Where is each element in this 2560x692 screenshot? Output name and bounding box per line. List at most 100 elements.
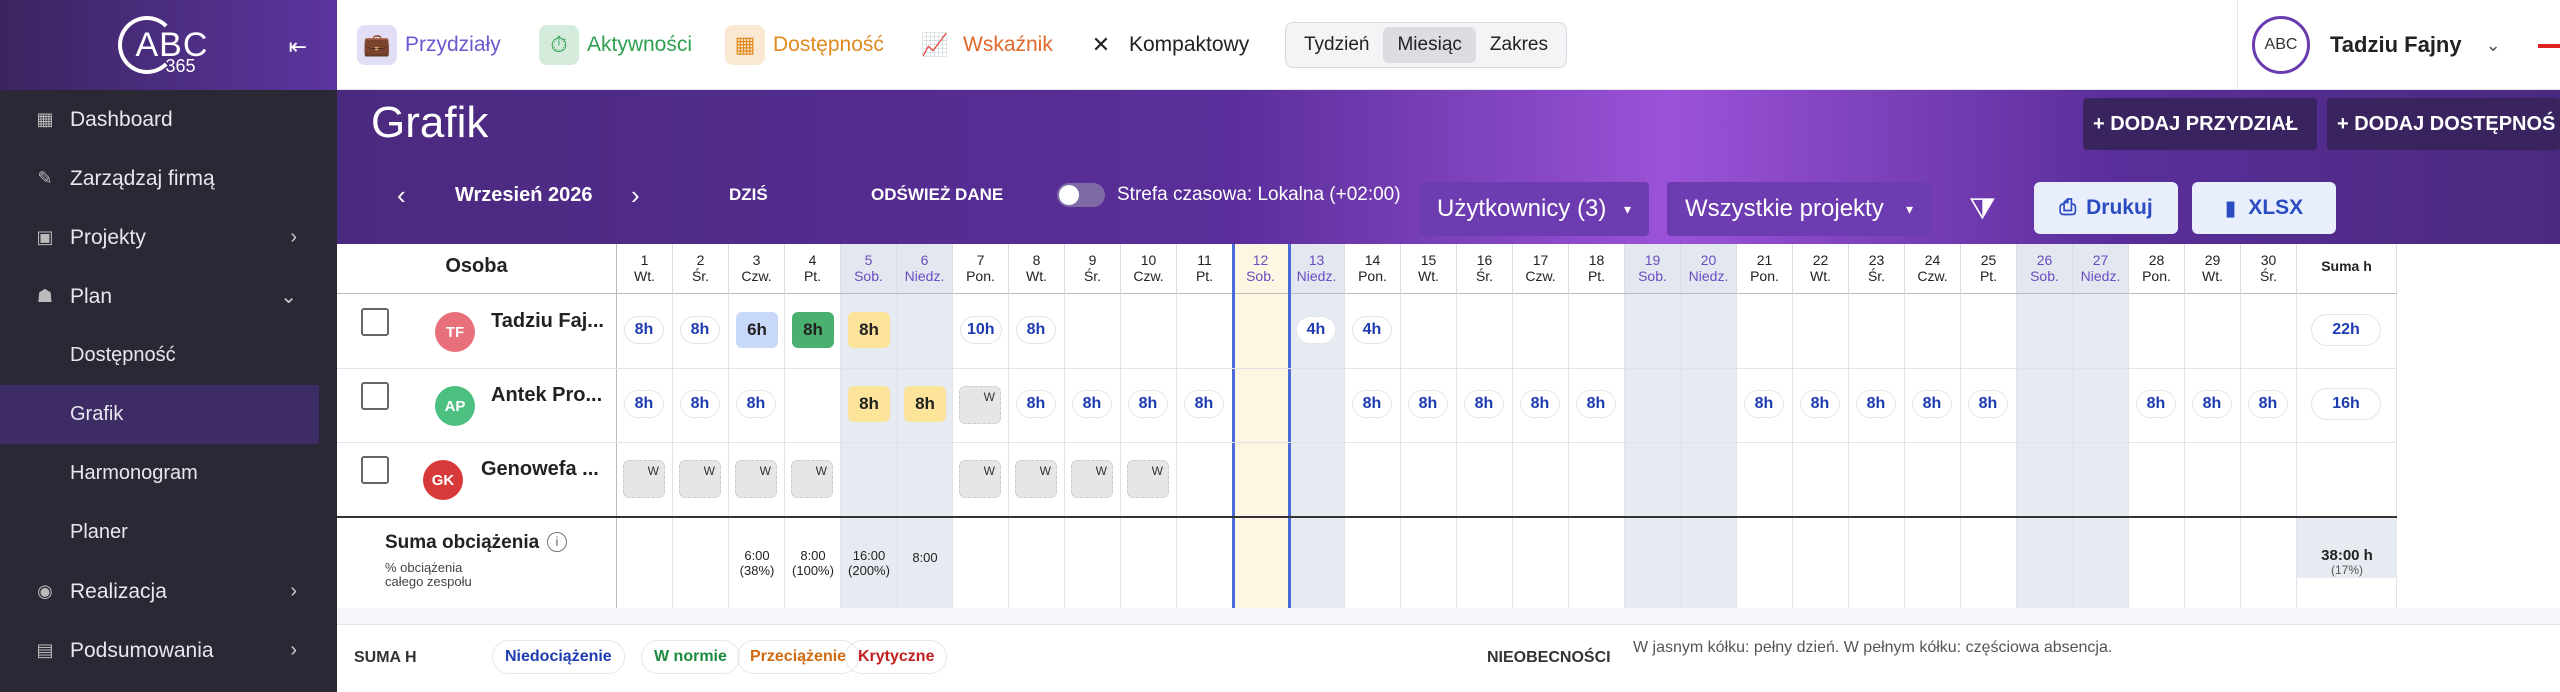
day-header[interactable]: 25 Pt. [1961, 244, 2017, 294]
day-header[interactable]: 6 Niedz. [897, 244, 953, 294]
tab-aktywności[interactable]: ⏱ Aktywności [539, 22, 692, 68]
absence-marker[interactable]: W [623, 460, 665, 498]
row-checkbox[interactable] [361, 308, 389, 336]
absence-marker[interactable]: W [959, 460, 1001, 498]
day-header[interactable]: 22 Wt. [1793, 244, 1849, 294]
hours-pill[interactable]: 8h [1520, 390, 1560, 418]
tab-dostępność[interactable]: ▦ Dostępność [725, 22, 884, 68]
sidebar-item-realizacja[interactable]: ◉ Realizacja › [0, 562, 337, 621]
users-filter[interactable]: Użytkownicy (3) ▾ [1419, 182, 1649, 236]
day-header[interactable]: 7 Pon. [953, 244, 1009, 294]
day-header[interactable]: 21 Pon. [1737, 244, 1793, 294]
print-button[interactable]: ⎙ Drukuj [2034, 182, 2178, 234]
hours-pill[interactable]: 8h [1184, 390, 1224, 418]
hours-pill[interactable]: 4h [1352, 316, 1392, 344]
day-header[interactable]: 28 Pon. [2129, 244, 2185, 294]
collapse-sidebar-icon[interactable]: ⇤ [289, 34, 307, 60]
hours-pill[interactable]: 8h [1576, 390, 1616, 418]
hours-pill[interactable]: 8h [1912, 390, 1952, 418]
person-name[interactable]: Tadziu Faj... [491, 310, 604, 333]
day-header[interactable]: 23 Śr. [1849, 244, 1905, 294]
day-header[interactable]: 27 Niedz. [2073, 244, 2129, 294]
hours-pill[interactable]: 8h [1856, 390, 1896, 418]
day-header[interactable]: 16 Śr. [1457, 244, 1513, 294]
sidebar-item-dostępność[interactable]: Dostępność [0, 326, 337, 385]
view-zakres[interactable]: Zakres [1476, 27, 1562, 63]
day-header[interactable]: 1 Wt. [617, 244, 673, 294]
hours-pill[interactable]: 8h [1128, 390, 1168, 418]
user-menu[interactable]: ABC Tadziu Fajny ⌄ [2237, 0, 2560, 90]
hours-pill[interactable]: 8h [1016, 390, 1056, 418]
next-month-icon[interactable]: › [631, 175, 640, 215]
sidebar-item-plan[interactable]: ☗ Plan ⌄ [0, 267, 337, 326]
assignment-block[interactable]: 8h [792, 312, 834, 348]
tab-kompaktowy[interactable]: ✕ Kompaktowy [1081, 22, 1249, 68]
hours-pill[interactable]: 8h [2192, 390, 2232, 418]
hours-pill[interactable]: 4h [1296, 316, 1336, 344]
refresh-button[interactable]: ODŚWIEŻ DANE [871, 175, 1003, 215]
row-checkbox[interactable] [361, 382, 389, 410]
hours-pill[interactable]: 8h [1800, 390, 1840, 418]
day-header[interactable]: 12 Sob. [1233, 244, 1289, 294]
assignment-block[interactable]: 8h [848, 386, 890, 422]
view-tydzień[interactable]: Tydzień [1290, 27, 1383, 63]
hours-pill[interactable]: 8h [1968, 390, 2008, 418]
day-header[interactable]: 5 Sob. [841, 244, 897, 294]
sidebar-item-projekty[interactable]: ▣ Projekty › [0, 208, 337, 267]
day-header[interactable]: 30 Śr. [2241, 244, 2297, 294]
hours-pill[interactable]: 8h [2136, 390, 2176, 418]
timezone-switch[interactable] [1057, 183, 1105, 207]
clear-filter-icon[interactable]: ⧩ [1969, 190, 1996, 230]
hours-pill[interactable]: 8h [680, 390, 720, 418]
day-header[interactable]: 3 Czw. [729, 244, 785, 294]
day-header[interactable]: 14 Pon. [1345, 244, 1401, 294]
hours-pill[interactable]: 8h [1016, 316, 1056, 344]
day-header[interactable]: 29 Wt. [2185, 244, 2241, 294]
prev-month-icon[interactable]: ‹ [397, 175, 406, 215]
sidebar-item-podsumowania[interactable]: ▤ Podsumowania › [0, 621, 337, 680]
sidebar-item-grafik[interactable]: Grafik [0, 385, 319, 444]
day-header[interactable]: 9 Śr. [1065, 244, 1121, 294]
timezone-toggle[interactable]: Strefa czasowa: Lokalna (+02:00) [1057, 175, 1401, 215]
day-header[interactable]: 13 Niedz. [1289, 244, 1345, 294]
sidebar-item-zarządzaj-firmą[interactable]: ✎ Zarządzaj firmą [0, 149, 337, 208]
hours-pill[interactable]: 8h [1744, 390, 1784, 418]
tab-przydziały[interactable]: 💼 Przydziały [357, 22, 501, 68]
sidebar-item-harmonogram[interactable]: Harmonogram [0, 444, 337, 503]
logo[interactable]: ABC 365 [114, 10, 224, 80]
hours-pill[interactable]: 10h [960, 316, 1002, 344]
absence-marker[interactable]: W [959, 386, 1001, 424]
day-header[interactable]: 15 Wt. [1401, 244, 1457, 294]
day-header[interactable]: 17 Czw. [1513, 244, 1569, 294]
info-icon[interactable]: i [547, 532, 567, 552]
hours-pill[interactable]: 8h [1072, 390, 1112, 418]
day-header[interactable]: 11 Pt. [1177, 244, 1233, 294]
assignment-block[interactable]: 8h [904, 386, 946, 422]
day-header[interactable]: 10 Czw. [1121, 244, 1177, 294]
day-header[interactable]: 8 Wt. [1009, 244, 1065, 294]
hours-pill[interactable]: 8h [624, 390, 664, 418]
absence-marker[interactable]: W [791, 460, 833, 498]
day-header[interactable]: 19 Sob. [1625, 244, 1681, 294]
view-miesiąc[interactable]: Miesiąc [1383, 27, 1476, 63]
hours-pill[interactable]: 8h [624, 316, 664, 344]
projects-filter[interactable]: Wszystkie projekty ▾ [1667, 182, 1931, 236]
day-header[interactable]: 4 Pt. [785, 244, 841, 294]
person-name[interactable]: Antek Pro... [491, 384, 602, 407]
absence-marker[interactable]: W [1127, 460, 1169, 498]
today-button[interactable]: DZIŚ [729, 175, 768, 215]
add-availability-button[interactable]: + DODAJ DOSTĘPNOŚ [2327, 98, 2560, 150]
day-header[interactable]: 18 Pt. [1569, 244, 1625, 294]
hours-pill[interactable]: 8h [736, 390, 776, 418]
hours-pill[interactable]: 8h [1408, 390, 1448, 418]
row-checkbox[interactable] [361, 456, 389, 484]
absence-marker[interactable]: W [735, 460, 777, 498]
add-assignment-button[interactable]: + DODAJ PRZYDZIAŁ [2083, 98, 2317, 150]
day-header[interactable]: 26 Sob. [2017, 244, 2073, 294]
hours-pill[interactable]: 8h [1352, 390, 1392, 418]
assignment-block[interactable]: 6h [736, 312, 778, 348]
day-header[interactable]: 24 Czw. [1905, 244, 1961, 294]
absence-marker[interactable]: W [679, 460, 721, 498]
hours-pill[interactable]: 8h [2248, 390, 2288, 418]
absence-marker[interactable]: W [1015, 460, 1057, 498]
